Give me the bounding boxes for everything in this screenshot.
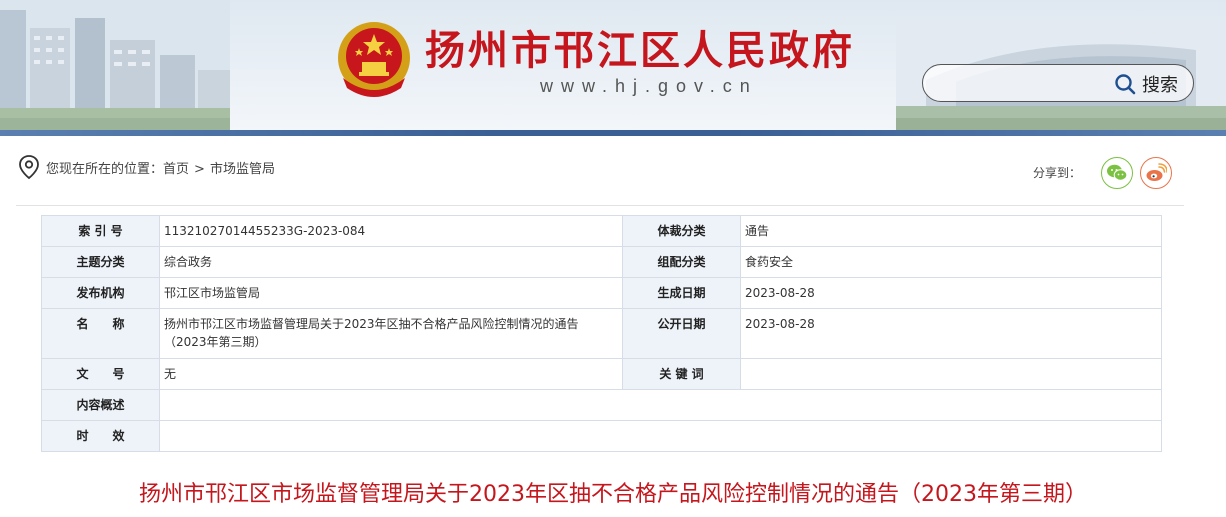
validity-value bbox=[159, 420, 1162, 452]
share-label: 分享到： bbox=[1033, 166, 1082, 180]
breadcrumb-home-link[interactable]: 首页 bbox=[163, 162, 189, 177]
summary-value bbox=[159, 389, 1162, 421]
breadcrumb-current-link[interactable]: 市场监管局 bbox=[210, 162, 275, 177]
genre-value: 通告 bbox=[740, 215, 1162, 247]
site-url[interactable]: www.hj.gov.cn bbox=[540, 76, 758, 97]
table-row: 名 称 扬州市邗江区市场监督管理局关于2023年区抽不合格产品风险控制情况的通告… bbox=[41, 308, 1162, 359]
name-label: 名 称 bbox=[41, 308, 160, 359]
created-date-label: 生成日期 bbox=[622, 277, 741, 309]
document-info-table: 索 引 号 11321027014455233G-2023-084 体裁分类 通… bbox=[41, 215, 1162, 452]
topic-value: 综合政务 bbox=[159, 246, 623, 278]
search-input[interactable] bbox=[937, 71, 1107, 95]
weibo-icon bbox=[1146, 163, 1167, 181]
city-skyline-image bbox=[0, 0, 230, 136]
search-button-label: 搜索 bbox=[1142, 75, 1178, 96]
table-row: 主题分类 综合政务 组配分类 食药安全 bbox=[41, 246, 1162, 278]
breadcrumb: 您现在所在的位置：首页 > 市场监管局 bbox=[46, 158, 275, 177]
article-title: 扬州市邗江区市场监督管理局关于2023年区抽不合格产品风险控制情况的通告（202… bbox=[139, 482, 1087, 507]
table-row: 文 号 无 关 键 词 bbox=[41, 358, 1162, 390]
summary-label: 内容概述 bbox=[41, 389, 160, 421]
org-category-value: 食药安全 bbox=[740, 246, 1162, 278]
table-row: 索 引 号 11321027014455233G-2023-084 体裁分类 通… bbox=[41, 215, 1162, 247]
site-title: 扬州市邗江区人民政府 bbox=[425, 27, 855, 74]
table-row: 发布机构 邗江区市场监管局 生成日期 2023-08-28 bbox=[41, 277, 1162, 309]
public-date-value: 2023-08-28 bbox=[740, 308, 1162, 359]
public-date-label: 公开日期 bbox=[622, 308, 741, 359]
keywords-value bbox=[740, 358, 1162, 390]
table-row: 内容概述 bbox=[41, 389, 1162, 421]
wechat-icon bbox=[1107, 164, 1128, 181]
location-pin-icon bbox=[19, 155, 39, 180]
publisher-value: 邗江区市场监管局 bbox=[159, 277, 623, 309]
created-date-value: 2023-08-28 bbox=[740, 277, 1162, 309]
breadcrumb-prefix: 您现在所在的位置： bbox=[46, 162, 164, 177]
index-value: 11321027014455233G-2023-084 bbox=[159, 215, 623, 247]
share-wechat-button[interactable] bbox=[1101, 157, 1133, 189]
doc-number-label: 文 号 bbox=[41, 358, 160, 390]
header-divider bbox=[0, 130, 1226, 136]
publisher-label: 发布机构 bbox=[41, 277, 160, 309]
keywords-label: 关 键 词 bbox=[622, 358, 741, 390]
topic-label: 主题分类 bbox=[41, 246, 160, 278]
breadcrumb-bar: 您现在所在的位置：首页 > 市场监管局 分享到： bbox=[16, 150, 1184, 206]
doc-number-value: 无 bbox=[159, 358, 623, 390]
share-weibo-button[interactable] bbox=[1140, 157, 1172, 189]
search-icon bbox=[1115, 74, 1136, 95]
index-label: 索 引 号 bbox=[41, 215, 160, 247]
site-header: 扬州市邗江区人民政府 www.hj.gov.cn 搜索 bbox=[0, 0, 1226, 136]
breadcrumb-separator: > bbox=[194, 162, 205, 177]
table-row: 时 效 bbox=[41, 420, 1162, 452]
name-value: 扬州市邗江区市场监督管理局关于2023年区抽不合格产品风险控制情况的通告（202… bbox=[159, 308, 623, 359]
org-category-label: 组配分类 bbox=[622, 246, 741, 278]
national-emblem-icon bbox=[338, 22, 410, 97]
validity-label: 时 效 bbox=[41, 420, 160, 452]
search-button[interactable]: 搜索 bbox=[1114, 70, 1178, 98]
genre-label: 体裁分类 bbox=[622, 215, 741, 247]
